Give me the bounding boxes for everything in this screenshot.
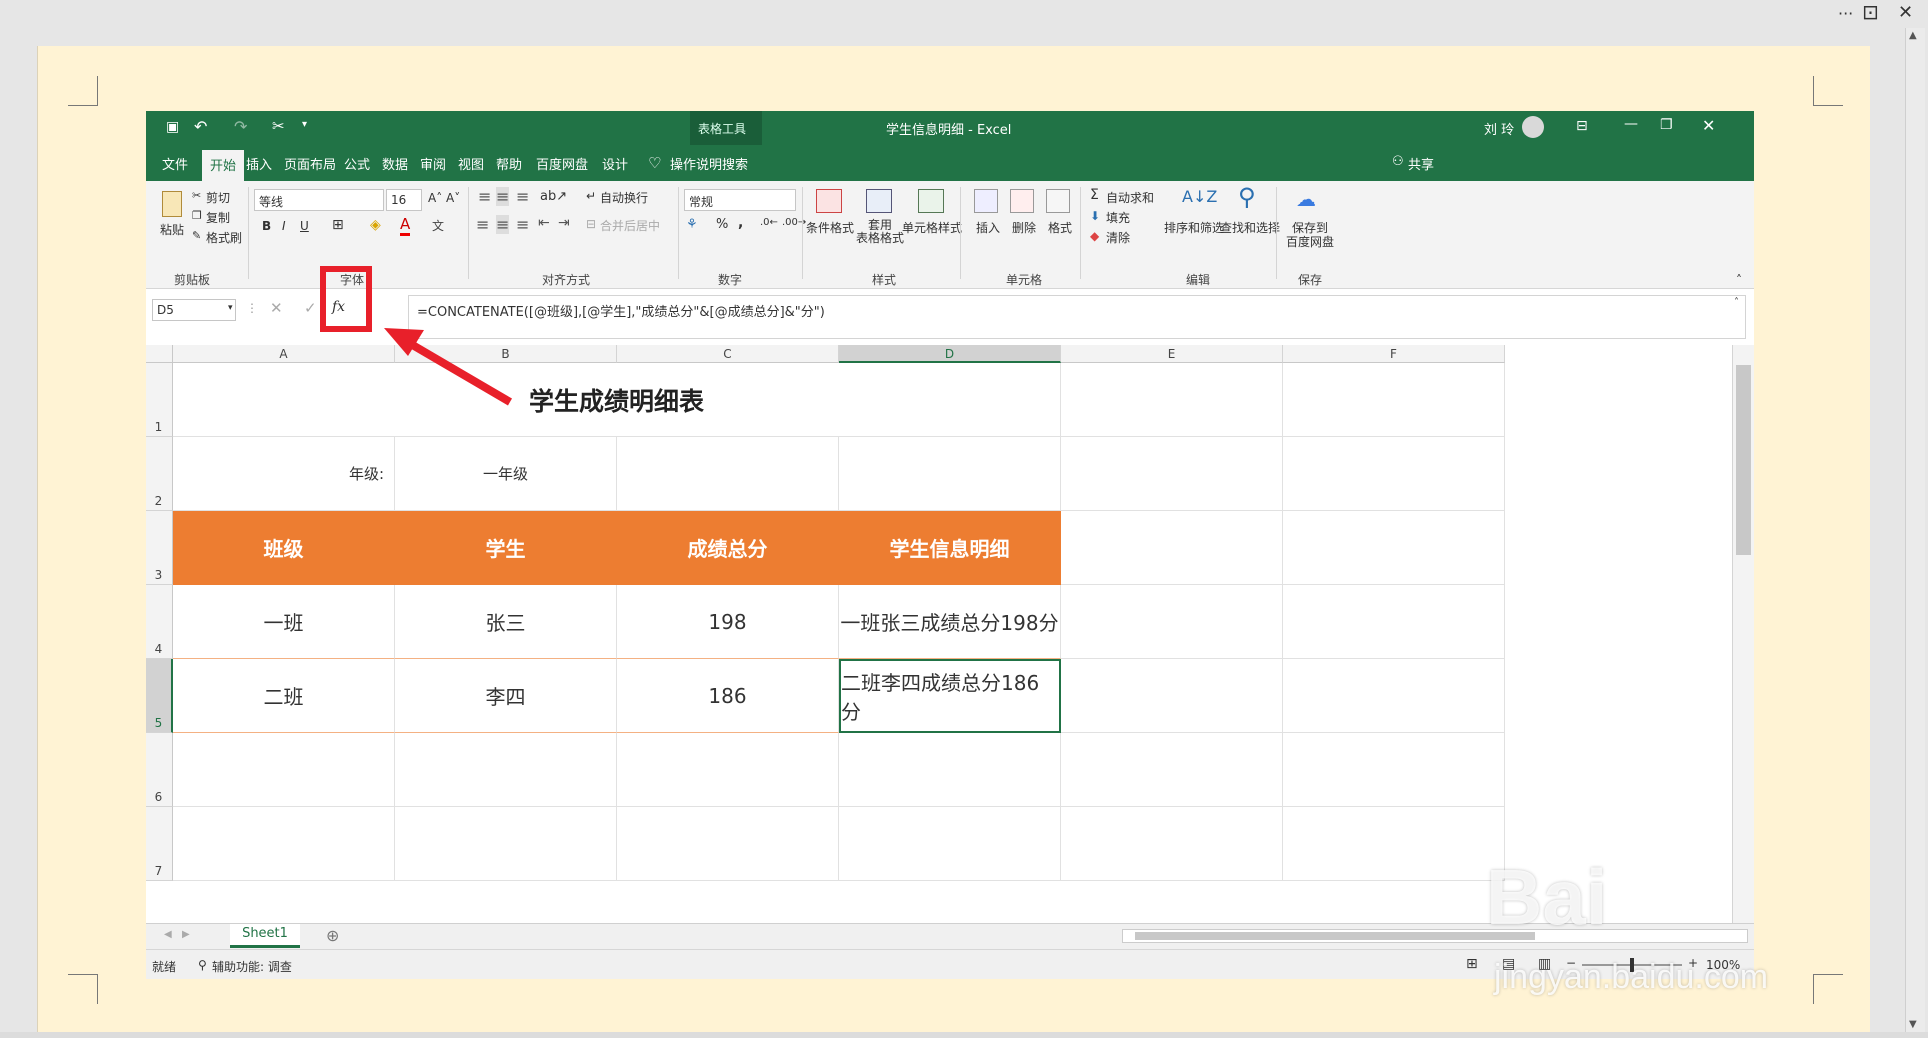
baidu-watermark: Bai [1486, 853, 1608, 941]
baidu-watermark-url: jingyan.baidu.com [1494, 958, 1769, 996]
annotation-arrow [384, 328, 513, 406]
